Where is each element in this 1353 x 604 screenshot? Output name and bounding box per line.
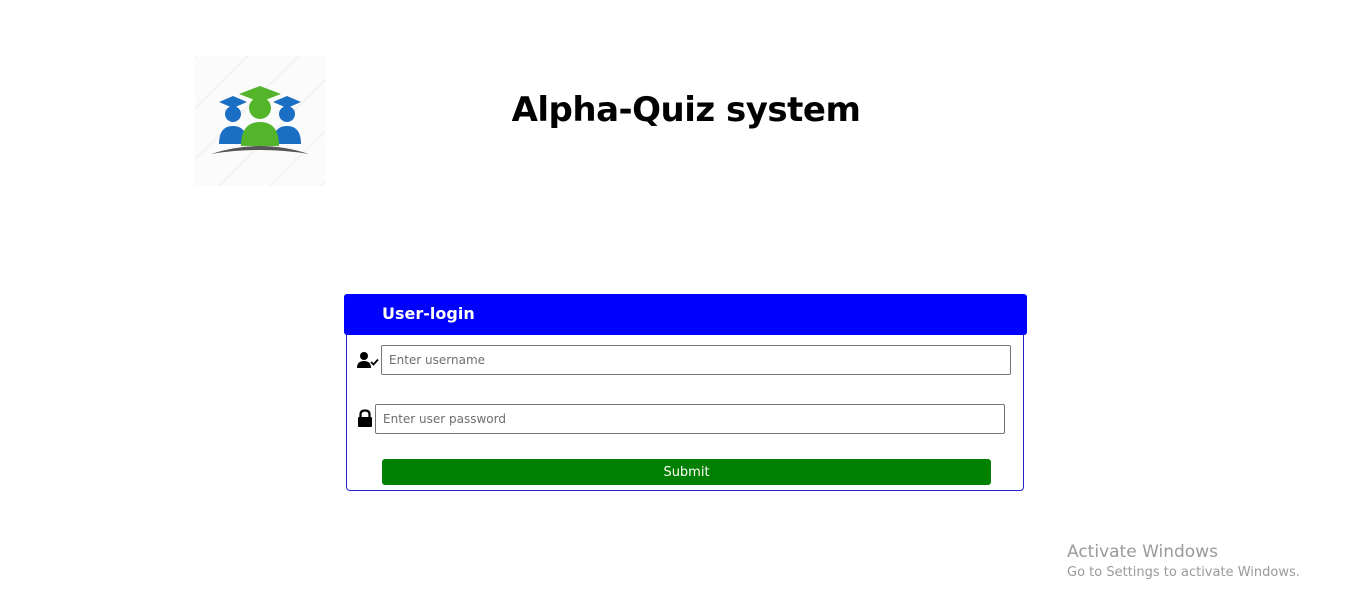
windows-activation-watermark: Activate Windows Go to Settings to activ… <box>1067 542 1300 580</box>
watermark-subtitle: Go to Settings to activate Windows. <box>1067 565 1300 580</box>
page-title: Alpha-Quiz system <box>511 90 861 130</box>
lock-icon <box>357 409 377 429</box>
submit-button[interactable]: Submit <box>382 459 991 485</box>
password-input[interactable] <box>375 404 1005 434</box>
login-form: Submit <box>346 335 1024 491</box>
login-heading: User-login <box>382 304 475 323</box>
username-input[interactable] <box>381 345 1011 375</box>
watermark-title: Activate Windows <box>1067 542 1218 562</box>
user-check-icon <box>357 351 379 371</box>
login-header: User-login <box>344 294 1027 335</box>
